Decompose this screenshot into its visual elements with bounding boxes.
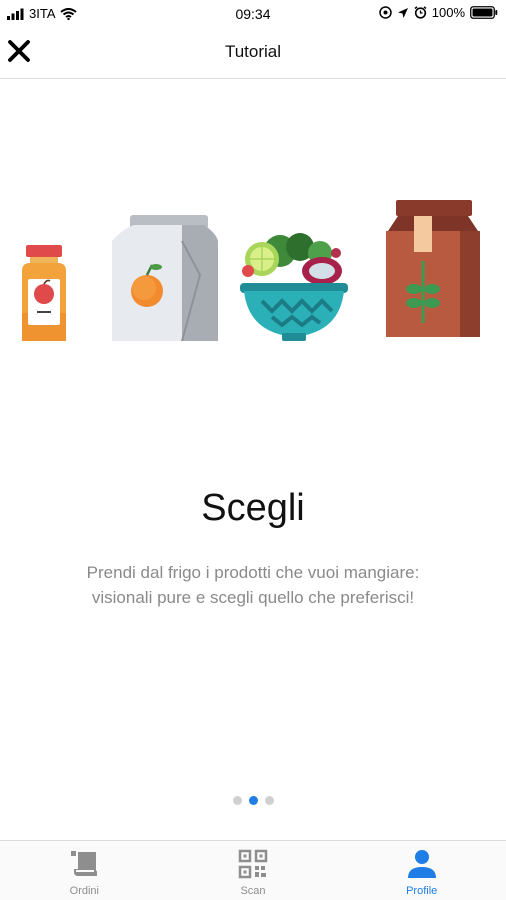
receipt-icon xyxy=(71,851,98,876)
tab-scan[interactable]: Scan xyxy=(169,841,338,900)
location-arrow-icon xyxy=(397,7,408,18)
orange-bag-icon xyxy=(112,215,218,342)
tab-label-profile: Profile xyxy=(406,885,438,897)
location-lock-icon xyxy=(379,6,392,19)
page-dot[interactable] xyxy=(232,796,242,805)
battery-percent: 100% xyxy=(431,5,465,20)
nav-bar: Tutorial xyxy=(0,28,506,79)
grain-carton-icon xyxy=(386,200,480,337)
tab-ordini[interactable]: Ordini xyxy=(0,841,169,900)
juice-bottle-icon xyxy=(22,245,66,341)
page-dot[interactable] xyxy=(248,796,258,805)
salad-bowl-icon xyxy=(240,233,348,341)
slide-description-line-2: visionali pure e scegli quello che prefe… xyxy=(91,588,415,607)
tutorial-illustration xyxy=(22,200,480,342)
status-bar: 3ITA 09:34 100% xyxy=(0,0,506,28)
tab-label-ordini: Ordini xyxy=(69,885,99,897)
slide-title: Scegli xyxy=(201,487,305,529)
alarm-icon xyxy=(414,6,427,19)
battery-icon xyxy=(470,6,498,19)
status-right: 100% xyxy=(379,5,498,20)
qr-code-icon xyxy=(238,849,268,879)
user-icon xyxy=(407,850,436,878)
slide-description-line-1: Prendi dal frigo i prodotti che vuoi man… xyxy=(86,563,420,582)
slide-description: Prendi dal frigo i prodotti che vuoi man… xyxy=(30,560,476,610)
page-indicator[interactable] xyxy=(0,796,506,805)
tab-label-scan: Scan xyxy=(240,885,266,897)
page-dot[interactable] xyxy=(264,796,274,805)
tab-bar: Ordini Scan Profile xyxy=(0,840,506,900)
nav-title: Tutorial xyxy=(224,42,282,61)
tab-profile[interactable]: Profile xyxy=(337,841,506,900)
